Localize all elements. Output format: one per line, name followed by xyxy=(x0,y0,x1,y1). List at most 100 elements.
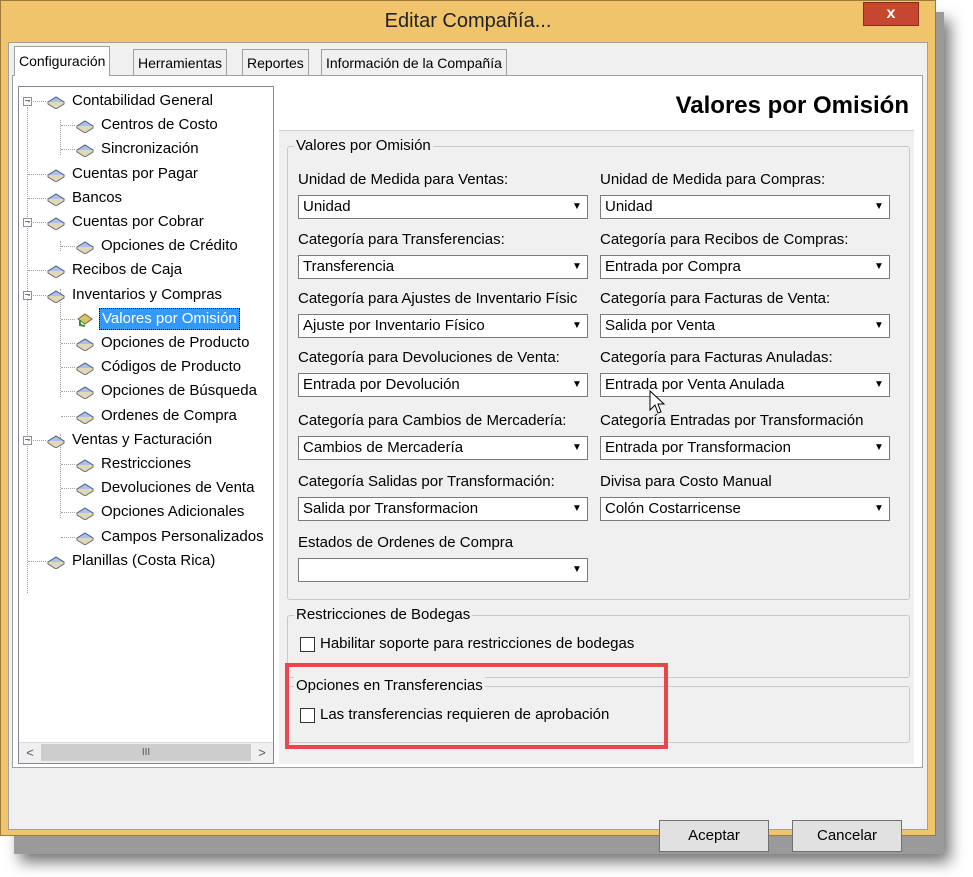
categoria-para-recibos-de-compras-select[interactable]: Entrada por Compra ▼ xyxy=(600,255,890,279)
book-icon xyxy=(77,313,93,327)
tree-line xyxy=(28,197,46,199)
dropdown-arrow-icon[interactable]: ▼ xyxy=(567,437,587,459)
categoria-para-transferencias-label: Categoría para Transferencias: xyxy=(298,231,505,248)
warehouse-group-legend: Restricciones de Bodegas xyxy=(294,606,473,623)
select-value: Unidad xyxy=(303,198,351,215)
categoria-para-recibos-de-compras-label: Categoría para Recibos de Compras: xyxy=(600,231,849,248)
dropdown-arrow-icon[interactable]: ▼ xyxy=(869,315,889,337)
tab-configuracion[interactable]: Configuración xyxy=(14,46,111,76)
tree-line xyxy=(61,512,75,514)
tree-item-label: Restricciones xyxy=(101,455,192,472)
tree-line xyxy=(61,367,75,369)
dropdown-arrow-icon[interactable]: ▼ xyxy=(869,437,889,459)
select-value: Entrada por Transformacion xyxy=(605,439,791,456)
scroll-left-button[interactable]: < xyxy=(20,744,40,762)
tree-line xyxy=(28,173,46,175)
highlight-box xyxy=(285,663,668,749)
tree-item-label: Contabilidad General xyxy=(72,92,213,109)
categoria-para-facturas-de-venta-select[interactable]: Salida por Venta ▼ xyxy=(600,314,890,338)
categoria-entradas-por-transformacion-label: Categoría Entradas por Transformación xyxy=(600,412,864,429)
unidad-de-medida-para-compras-label: Unidad de Medida para Compras: xyxy=(600,171,826,188)
tree-line xyxy=(61,125,75,127)
select-value: Ajuste por Inventario Físico xyxy=(303,317,485,334)
close-button[interactable]: x xyxy=(863,2,919,26)
dropdown-arrow-icon[interactable]: ▼ xyxy=(869,196,889,218)
select-value: Entrada por Compra xyxy=(605,258,741,275)
tree-item-label: Opciones Adicionales xyxy=(101,503,245,521)
tree-item-label: Planillas (Costa Rica) xyxy=(72,551,216,569)
tab-reportes[interactable]: Reportes xyxy=(242,49,309,75)
categoria-salidas-por-transformacion-label: Categoría Salidas por Transformación: xyxy=(298,473,555,490)
warehouse-restrictions-checkbox[interactable] xyxy=(300,637,315,652)
estados-de-ordenes-de-compra-select[interactable]: ▼ xyxy=(298,558,588,582)
tree-line xyxy=(28,560,46,562)
tree-item-label: Campos Personalizados xyxy=(101,527,264,545)
book-icon xyxy=(76,411,94,424)
book-icon xyxy=(76,532,94,545)
tree-line xyxy=(28,101,46,102)
book-icon xyxy=(76,507,94,521)
dropdown-arrow-icon[interactable]: ▼ xyxy=(567,559,587,581)
tree-line xyxy=(61,391,75,393)
tree-line xyxy=(61,246,75,248)
dropdown-arrow-icon[interactable]: ▼ xyxy=(869,498,889,520)
tree-line xyxy=(61,464,75,465)
select-value: Entrada por Venta Anulada xyxy=(605,376,785,393)
categoria-entradas-por-transformacion-select[interactable]: Entrada por Transformacion ▼ xyxy=(600,436,890,460)
categoria-para-facturas-anuladas-select[interactable]: Entrada por Venta Anulada ▼ xyxy=(600,373,890,397)
dropdown-arrow-icon[interactable]: ▼ xyxy=(567,315,587,337)
categoria-para-ajustes-de-inventario-fisic-label: Categoría para Ajustes de Inventario Fís… xyxy=(298,290,578,307)
book-icon xyxy=(47,217,65,230)
categoria-para-devoluciones-de-venta-select[interactable]: Entrada por Devolución ▼ xyxy=(298,373,588,397)
tree-item-label: Opciones de Búsqueda xyxy=(101,382,257,400)
categoria-salidas-por-transformacion-select[interactable]: Salida por Transformacion ▼ xyxy=(298,497,588,521)
book-icon xyxy=(76,120,94,134)
dropdown-arrow-icon[interactable]: ▼ xyxy=(567,374,587,396)
tab-informacion-compania[interactable]: Información de la Compañía xyxy=(321,49,507,75)
page-title: Valores por Omisión xyxy=(675,92,909,119)
page-header: Valores por Omisión xyxy=(279,86,914,131)
dropdown-arrow-icon[interactable]: ▼ xyxy=(567,196,587,218)
dropdown-arrow-icon[interactable]: ▼ xyxy=(567,498,587,520)
tree-line xyxy=(28,439,46,441)
categoria-para-transferencias-select[interactable]: Transferencia ▼ xyxy=(298,255,588,279)
dropdown-arrow-icon[interactable]: ▼ xyxy=(869,374,889,396)
tree-item-label: Centros de Costo xyxy=(101,116,218,134)
select-value: Colón Costarricense xyxy=(605,500,741,517)
categoria-para-cambios-de-mercaderia-label: Categoría para Cambios de Mercadería: xyxy=(298,412,567,429)
categoria-para-ajustes-de-inventario-fisic-select[interactable]: Ajuste por Inventario Físico ▼ xyxy=(298,314,588,338)
dropdown-arrow-icon[interactable]: ▼ xyxy=(869,256,889,278)
tree-line xyxy=(61,318,75,320)
title-bar[interactable]: Editar Compañía... x xyxy=(1,1,935,41)
tree-horizontal-scrollbar[interactable]: < III > xyxy=(19,742,273,763)
tab-herramientas[interactable]: Herramientas xyxy=(133,49,228,75)
scroll-thumb[interactable]: III xyxy=(41,744,251,761)
tree-item-label: Códigos de Producto xyxy=(101,358,242,376)
book-icon xyxy=(76,144,94,158)
tree-line xyxy=(61,536,75,538)
tree-line xyxy=(27,107,28,593)
book-icon xyxy=(47,193,65,206)
cancel-button[interactable]: Cancelar xyxy=(792,820,902,852)
tree-item-label: Ordenes de Compra xyxy=(101,406,237,424)
book-icon xyxy=(76,241,94,255)
warehouse-restrictions-label: Habilitar soporte para restricciones de … xyxy=(320,635,635,652)
dropdown-arrow-icon[interactable]: ▼ xyxy=(567,256,587,278)
mouse-cursor-icon xyxy=(649,390,666,414)
tree-item-label: Valores por Omisión xyxy=(99,307,240,330)
book-icon xyxy=(76,459,94,472)
unidad-de-medida-para-compras-select[interactable]: Unidad ▼ xyxy=(600,195,890,219)
categoria-para-facturas-anuladas-label: Categoría para Facturas Anuladas: xyxy=(600,349,833,366)
accept-button[interactable]: Aceptar xyxy=(659,820,769,852)
tree-item-label: Opciones de Producto xyxy=(101,334,250,351)
scroll-right-button[interactable]: > xyxy=(252,744,272,762)
settings-tree[interactable]: − Contabilidad General Centros de Costo Sin… xyxy=(18,86,274,764)
categoria-para-cambios-de-mercaderia-select[interactable]: Cambios de Mercadería ▼ xyxy=(298,436,588,460)
tree-item-label: Inventarios y Compras xyxy=(72,285,223,303)
unidad-de-medida-para-ventas-select[interactable]: Unidad ▼ xyxy=(298,195,588,219)
divisa-para-costo-manual-select[interactable]: Colón Costarricense ▼ xyxy=(600,497,890,521)
tree-line xyxy=(28,222,46,223)
tree-item-label: Recibos de Caja xyxy=(72,261,183,279)
tree-item-label: Cuentas por Pagar xyxy=(72,164,198,182)
accept-button-label: Aceptar xyxy=(688,827,740,844)
